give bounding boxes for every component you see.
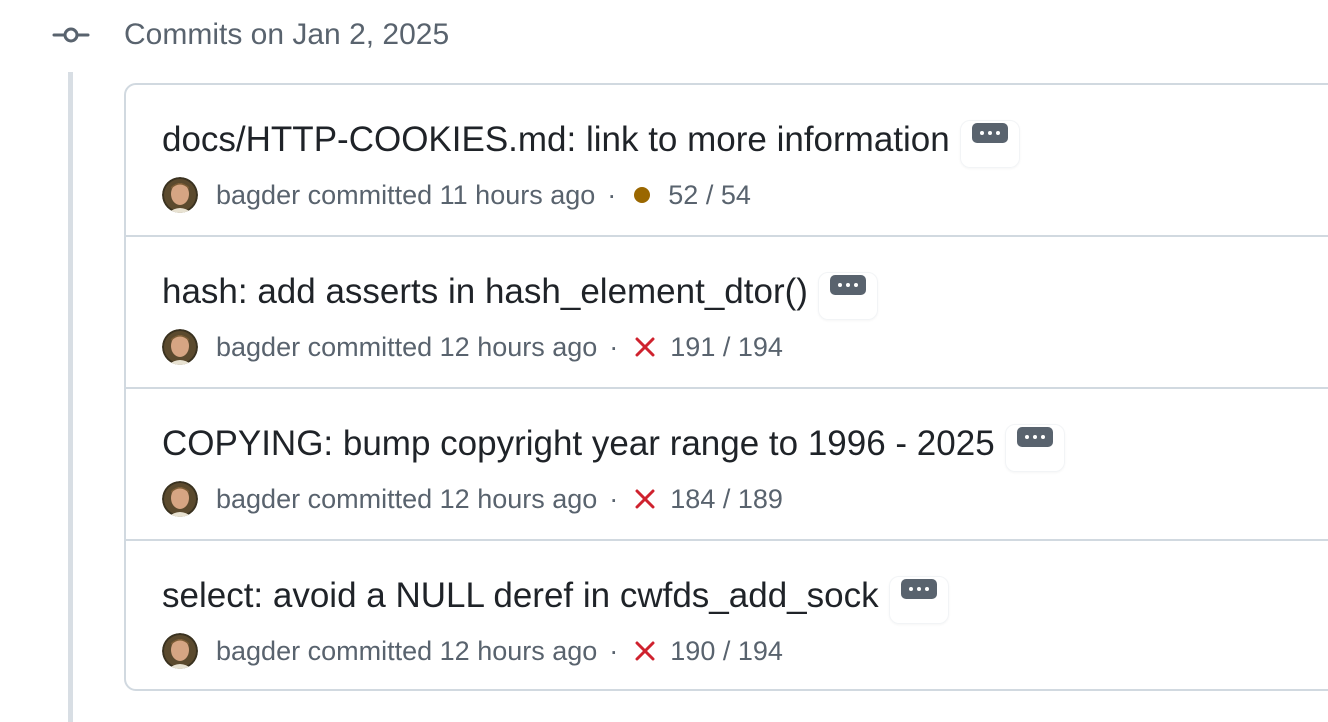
commit-time: 12 hours ago (439, 331, 598, 362)
commit-action: committed (307, 483, 433, 514)
timeline-line (68, 72, 73, 722)
expand-description-button[interactable] (817, 272, 878, 320)
expand-description-button[interactable] (888, 576, 949, 624)
commit-author-link[interactable]: bagder (216, 332, 300, 363)
avatar[interactable] (162, 633, 198, 669)
separator: · (607, 179, 617, 210)
ellipsis-icon (900, 579, 937, 599)
commit-row: hash: add asserts in hash_element_dtor()… (126, 237, 1328, 389)
x-icon[interactable] (634, 336, 656, 358)
commits-page: Commits on Jan 2, 2025 docs/HTTP-COOKIES… (0, 0, 1328, 722)
checks-count[interactable]: 191 / 194 (670, 332, 783, 363)
commit-title-link[interactable]: select: avoid a NULL deref in cwfds_add_… (162, 571, 879, 621)
git-commit-icon (52, 27, 90, 43)
commit-author-link[interactable]: bagder (216, 180, 300, 211)
avatar[interactable] (162, 329, 198, 365)
commit-author-link[interactable]: bagder (216, 484, 300, 515)
commit-row: docs/HTTP-COOKIES.md: link to more infor… (126, 85, 1328, 237)
ellipsis-icon (1016, 427, 1053, 447)
avatar[interactable] (162, 177, 198, 213)
separator: · (609, 483, 619, 514)
commit-action: committed (307, 635, 433, 666)
commit-action: committed (307, 331, 433, 362)
commit-author-link[interactable]: bagder (216, 636, 300, 667)
commit-title-link[interactable]: docs/HTTP-COOKIES.md: link to more infor… (162, 115, 950, 165)
separator: · (609, 635, 619, 666)
expand-description-button[interactable] (959, 120, 1020, 168)
checks-count[interactable]: 52 / 54 (668, 180, 751, 211)
commit-title-link[interactable]: hash: add asserts in hash_element_dtor() (162, 267, 808, 317)
checks-count[interactable]: 190 / 194 (670, 636, 783, 667)
commit-row: select: avoid a NULL deref in cwfds_add_… (126, 541, 1328, 689)
avatar[interactable] (162, 481, 198, 517)
x-icon[interactable] (634, 488, 656, 510)
commit-row: COPYING: bump copyright year range to 19… (126, 389, 1328, 541)
expand-description-button[interactable] (1004, 424, 1065, 472)
commit-time: 11 hours ago (439, 179, 596, 210)
commit-group-title: Commits on Jan 2, 2025 (124, 18, 450, 51)
checks-count[interactable]: 184 / 189 (670, 484, 783, 515)
separator: · (609, 331, 619, 362)
commit-title-link[interactable]: COPYING: bump copyright year range to 19… (162, 419, 995, 469)
commit-time: 12 hours ago (439, 483, 598, 514)
ellipsis-icon (971, 123, 1008, 143)
x-icon[interactable] (634, 640, 656, 662)
commit-list: docs/HTTP-COOKIES.md: link to more infor… (124, 83, 1328, 691)
commit-time: 12 hours ago (439, 635, 598, 666)
pending-dot-icon[interactable] (634, 187, 651, 203)
ellipsis-icon (829, 275, 866, 295)
commit-action: committed (307, 179, 433, 210)
